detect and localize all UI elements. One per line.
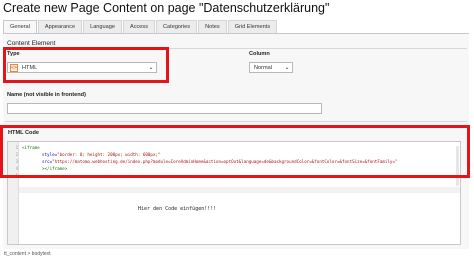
field-path: tt_content > bodytext: [4, 251, 51, 257]
html-content-icon: <>: [10, 63, 18, 72]
code-token: ></iframe>: [42, 166, 68, 171]
html-code-label: HTML Code: [8, 130, 39, 136]
column-select-value: Normal: [254, 64, 273, 71]
tab-bar: General Appearance Language Access Categ…: [3, 20, 278, 33]
chevron-down-icon: ⌄: [148, 65, 154, 71]
code-line: ></iframe>: [42, 166, 67, 171]
code-line: style="border: 0; height: 200px; width: …: [42, 152, 161, 157]
line-number: 3: [15, 159, 18, 164]
column-select[interactable]: Normal ⌄: [249, 62, 293, 73]
name-input[interactable]: [7, 103, 322, 114]
code-token: "border: 0; height: 200px; width: 600px;…: [57, 152, 161, 157]
tab-categories[interactable]: Categories: [156, 20, 198, 33]
type-select-value: HTML: [22, 64, 38, 71]
code-placeholder-text: Hier den Code einfügen!!!!: [138, 206, 217, 212]
section-label: Content Element: [7, 40, 56, 47]
code-line: <iframe: [22, 145, 40, 150]
type-label: Type: [7, 51, 20, 57]
editor-scrollbar[interactable]: [456, 146, 459, 186]
active-line: [19, 187, 460, 193]
tab-general[interactable]: General: [3, 20, 37, 33]
tab-language[interactable]: Language: [83, 20, 122, 33]
line-number-gutter: [8, 142, 19, 244]
code-token: <iframe: [22, 145, 40, 150]
tab-appearance[interactable]: Appearance: [37, 20, 83, 33]
code-token: src=: [42, 159, 53, 164]
name-label: Name (not visible in frontend): [7, 92, 86, 98]
code-line: src="https://matomo.webhosting.de/index.…: [42, 159, 397, 164]
page-title: Create new Page Content on page "Datensc…: [3, 1, 330, 15]
line-number: 4: [15, 166, 18, 171]
code-token: "https://matomo.webhosting.de/index.php?…: [52, 159, 398, 164]
code-token: style=: [42, 152, 58, 157]
column-label: Column: [249, 51, 270, 57]
type-select[interactable]: <> HTML ⌄: [7, 62, 157, 73]
tab-notes[interactable]: Notes: [198, 20, 227, 33]
section-divider: [5, 121, 467, 122]
html-code-editor[interactable]: 1 2 3 4 5 <iframe style="border: 0; heig…: [7, 141, 461, 245]
line-number: 1: [15, 145, 18, 150]
section-divider: [5, 48, 467, 49]
line-number: 5: [15, 173, 18, 178]
tab-access[interactable]: Access: [122, 20, 155, 33]
tab-grid-elements[interactable]: Grid Elements: [227, 20, 278, 33]
line-number: 2: [15, 152, 18, 157]
chevron-down-icon: ⌄: [284, 65, 290, 71]
